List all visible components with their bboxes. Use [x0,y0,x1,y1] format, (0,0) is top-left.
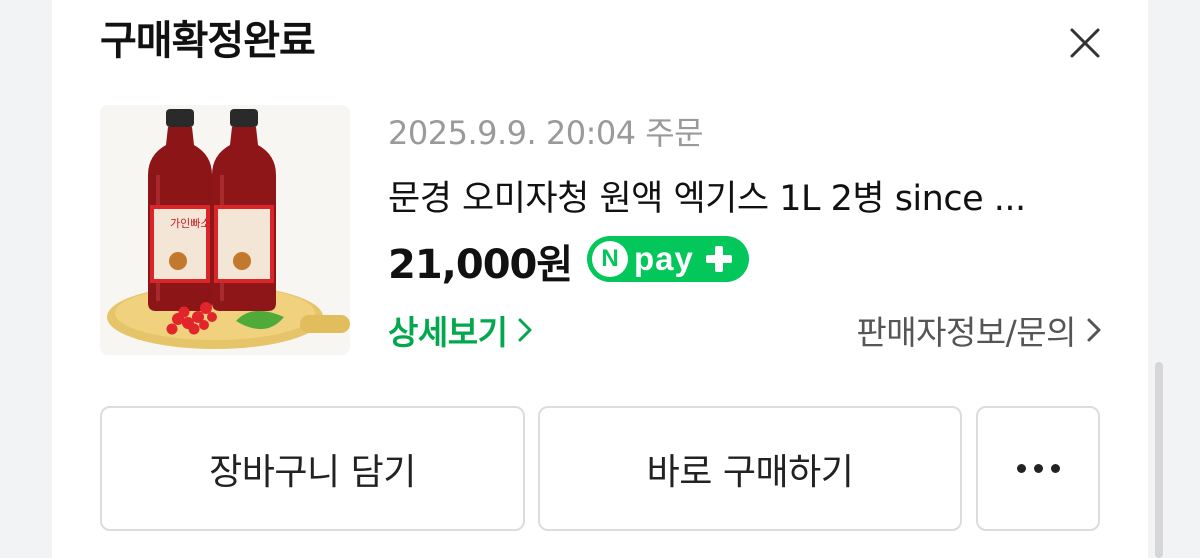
order-date: 2025.9.9. 20:04 주문 [388,114,704,152]
product-thumbnail[interactable]: 가인빠소 [100,105,350,355]
buy-now-button[interactable]: 바로 구매하기 [538,406,962,531]
seller-info-link[interactable]: 판매자정보/문의 [856,306,1102,354]
more-dots-icon [1016,464,1060,473]
plus-icon [705,246,732,272]
npay-plus-badge: N pay [587,236,749,282]
scrollbar[interactable] [1155,362,1163,558]
npay-pay-text: pay [634,240,694,277]
bottle-label-text: 가인빠소 [170,217,210,230]
product-price: 21,000원 [388,242,573,288]
chevron-right-icon [1087,318,1101,342]
more-options-button[interactable] [976,406,1100,531]
view-detail-label: 상세보기 [388,313,508,352]
add-to-cart-button[interactable]: 장바구니 담기 [100,406,525,531]
product-name[interactable]: 문경 오미자청 원액 엑기스 1L 2병 since ... [388,170,1088,221]
chevron-right-icon [518,318,532,342]
product-image: 가인빠소 [100,105,350,355]
view-detail-link[interactable]: 상세보기 [388,306,533,354]
close-icon[interactable] [1066,24,1104,62]
npay-n-icon: N [592,241,628,277]
page-title: 구매확정완료 [100,18,316,64]
seller-info-label: 판매자정보/문의 [856,313,1076,352]
